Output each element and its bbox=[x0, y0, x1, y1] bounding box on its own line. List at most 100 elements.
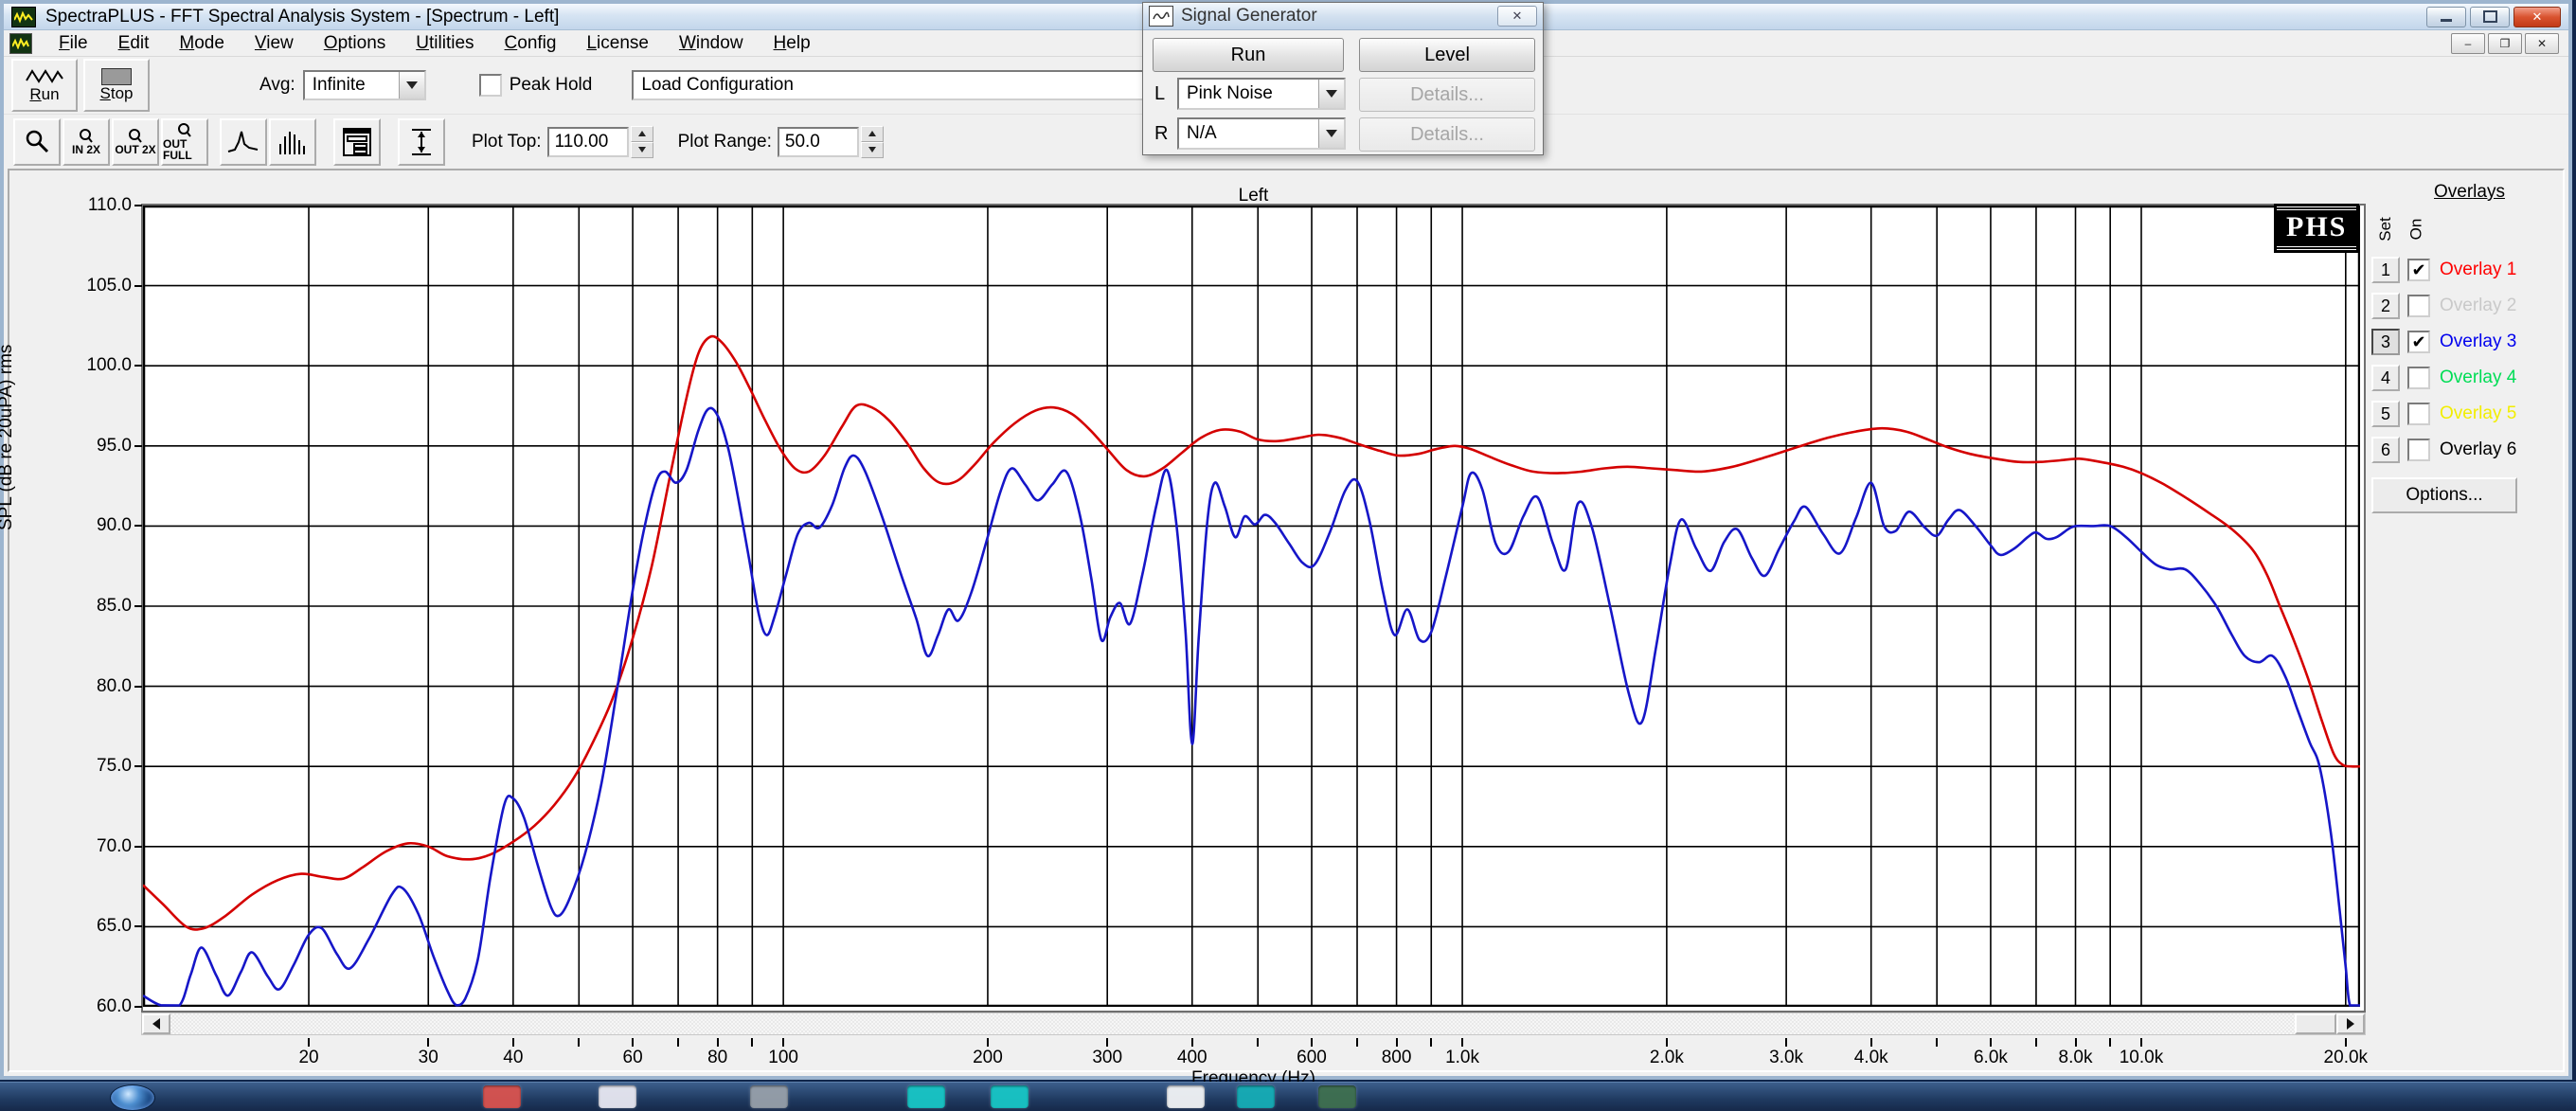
frequency-scrollbar[interactable] bbox=[141, 1012, 2366, 1035]
close-button[interactable]: ✕ bbox=[2513, 7, 2561, 27]
start-button[interactable] bbox=[110, 1084, 155, 1111]
overlay-set-button-1[interactable]: 1 bbox=[2371, 257, 2400, 283]
plot-range-input[interactable]: 50.0 bbox=[778, 127, 859, 157]
magnifier-small-icon bbox=[177, 123, 192, 138]
peak-hold-checkbox[interactable] bbox=[479, 74, 502, 97]
mdi-close-button[interactable]: ✕ bbox=[2525, 33, 2559, 54]
mdi-restore-button[interactable]: ❐ bbox=[2488, 33, 2522, 54]
left-signal-dropdown-icon[interactable] bbox=[1318, 80, 1344, 108]
overlay-on-checkbox-4[interactable] bbox=[2407, 367, 2430, 389]
right-details-label: Details... bbox=[1410, 124, 1484, 146]
zoom-out-2x-button[interactable]: OUT 2X bbox=[112, 118, 159, 166]
signal-generator-icon bbox=[1149, 6, 1173, 27]
plot-top-input[interactable]: 110.00 bbox=[547, 127, 629, 157]
overlay-set-button-3[interactable]: 3 bbox=[2371, 329, 2400, 355]
menu-view[interactable]: View bbox=[240, 31, 309, 56]
overlay-on-checkbox-1[interactable]: ✔ bbox=[2407, 259, 2430, 281]
overlay-label-3: Overlay 3 bbox=[2440, 332, 2516, 352]
taskbar-icon-gray[interactable] bbox=[750, 1085, 788, 1108]
display-settings-button[interactable] bbox=[333, 118, 381, 166]
magnifier-small-icon bbox=[128, 129, 143, 144]
taskbar-icon-media[interactable] bbox=[599, 1085, 636, 1108]
overlays-on-label: On bbox=[2406, 219, 2425, 241]
menu-help[interactable]: Help bbox=[759, 31, 826, 56]
overlay-row-6: 6Overlay 6 bbox=[2371, 432, 2576, 468]
plot-top-label: Plot Top: bbox=[472, 132, 542, 152]
overlays-heading: Overlays bbox=[2434, 182, 2576, 203]
plot-area[interactable] bbox=[141, 204, 2366, 1012]
plot-range-value: 50.0 bbox=[785, 132, 820, 152]
scroll-right-button[interactable] bbox=[2336, 1013, 2365, 1034]
menu-license[interactable]: License bbox=[571, 31, 664, 56]
taskbar-icon-teal-1[interactable] bbox=[907, 1085, 945, 1108]
overlay-label-4: Overlay 4 bbox=[2440, 367, 2516, 388]
bar-view-button[interactable] bbox=[269, 118, 316, 166]
menu-config[interactable]: Config bbox=[490, 31, 572, 56]
left-signal-select[interactable]: Pink Noise bbox=[1177, 78, 1346, 110]
zoom-button[interactable] bbox=[13, 118, 61, 166]
scrollbar-thumb[interactable] bbox=[2295, 1013, 2336, 1034]
overlay-label-2: Overlay 2 bbox=[2440, 296, 2516, 316]
x-tick-label: 200 bbox=[973, 1048, 1003, 1068]
zoom-in-2x-button[interactable]: IN 2X bbox=[63, 118, 110, 166]
plot-range-up-icon[interactable] bbox=[861, 126, 884, 142]
magnifier-small-icon bbox=[79, 129, 94, 144]
scroll-left-button[interactable] bbox=[142, 1013, 170, 1034]
overlay-set-button-6[interactable]: 6 bbox=[2371, 437, 2400, 463]
maximize-button[interactable] bbox=[2470, 7, 2510, 27]
configuration-value: Load Configuration bbox=[634, 75, 1229, 96]
signal-generator-titlebar[interactable]: Signal Generator ✕ bbox=[1143, 3, 1543, 30]
menu-utilities[interactable]: Utilities bbox=[401, 31, 489, 56]
mdi-minimize-button[interactable]: – bbox=[2451, 33, 2485, 54]
x-tick-label: 8.0k bbox=[2059, 1048, 2093, 1068]
plot-range-down-icon[interactable] bbox=[861, 142, 884, 158]
amplitude-scale-button[interactable] bbox=[398, 118, 445, 166]
menu-file[interactable]: File bbox=[44, 31, 103, 56]
menu-mode[interactable]: Mode bbox=[164, 31, 240, 56]
generator-run-button[interactable]: Run bbox=[1153, 38, 1344, 72]
zoom-out-full-button[interactable]: OUT FULL bbox=[161, 118, 208, 166]
overlay-on-checkbox-5[interactable] bbox=[2407, 403, 2430, 425]
avg-select[interactable]: Infinite bbox=[303, 70, 426, 100]
minimize-button[interactable] bbox=[2426, 7, 2466, 27]
taskbar-icon-teal-2[interactable] bbox=[991, 1085, 1029, 1108]
avg-dropdown-icon[interactable] bbox=[399, 72, 424, 99]
overlay-on-checkbox-6[interactable] bbox=[2407, 439, 2430, 461]
x-tick-label: 2.0k bbox=[1650, 1048, 1684, 1068]
zoom-out-full-label: OUT FULL bbox=[163, 138, 206, 161]
taskbar-icon-teal-3[interactable] bbox=[1237, 1085, 1275, 1108]
plot-top-up-icon[interactable] bbox=[631, 126, 653, 142]
overlay-on-checkbox-3[interactable]: ✔ bbox=[2407, 331, 2430, 353]
plot-range-stepper[interactable] bbox=[861, 126, 884, 158]
overlay-set-button-2[interactable]: 2 bbox=[2371, 293, 2400, 319]
generator-level-button[interactable]: Level bbox=[1359, 38, 1535, 72]
plot-top-down-icon[interactable] bbox=[631, 142, 653, 158]
right-signal-select[interactable]: N/A bbox=[1177, 117, 1346, 150]
overlay-on-checkbox-2[interactable] bbox=[2407, 295, 2430, 317]
plot-top-stepper[interactable] bbox=[631, 126, 653, 158]
y-tick-label: 65.0 bbox=[56, 916, 132, 937]
scrollbar-track[interactable] bbox=[170, 1013, 2295, 1034]
right-signal-dropdown-icon[interactable] bbox=[1318, 119, 1344, 148]
zoom-in-2x-label: IN 2X bbox=[72, 144, 100, 155]
taskbar-icon-red[interactable] bbox=[483, 1085, 521, 1108]
taskbar-icon-green[interactable] bbox=[1318, 1085, 1356, 1108]
menu-window[interactable]: Window bbox=[664, 31, 759, 56]
spectrum-view-button[interactable] bbox=[220, 118, 267, 166]
right-signal-value: N/A bbox=[1179, 123, 1318, 144]
left-details-button[interactable]: Details... bbox=[1359, 78, 1535, 112]
y-tick-label: 100.0 bbox=[56, 355, 132, 376]
overlay-set-button-4[interactable]: 4 bbox=[2371, 365, 2400, 391]
menu-edit[interactable]: Edit bbox=[103, 31, 165, 56]
stop-button[interactable]: Stop bbox=[83, 59, 150, 112]
right-details-button[interactable]: Details... bbox=[1359, 117, 1535, 152]
signal-generator-close-button[interactable]: ✕ bbox=[1497, 6, 1537, 27]
plot-range-label: Plot Range: bbox=[678, 132, 772, 152]
run-button[interactable]: Run bbox=[11, 59, 78, 112]
menu-options[interactable]: Options bbox=[309, 31, 401, 56]
taskbar-icon-window[interactable] bbox=[1167, 1085, 1205, 1108]
x-tick-label: 3.0k bbox=[1769, 1048, 1803, 1068]
overlays-options-button[interactable]: Options... bbox=[2371, 477, 2517, 513]
overlay-set-button-5[interactable]: 5 bbox=[2371, 401, 2400, 427]
x-tick-label: 4.0k bbox=[1854, 1048, 1888, 1068]
